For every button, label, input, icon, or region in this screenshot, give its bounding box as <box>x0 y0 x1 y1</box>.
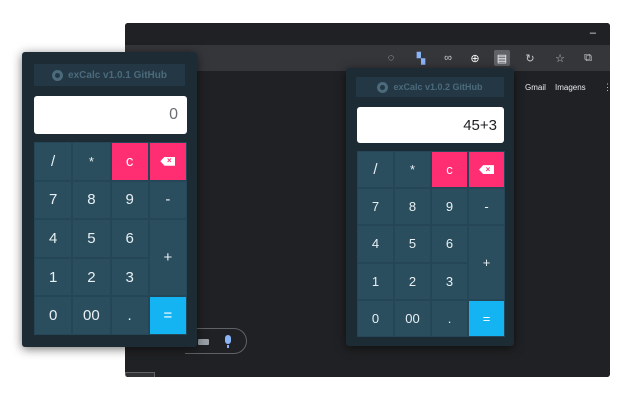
digit-4-key[interactable]: 4 <box>34 219 73 258</box>
digit-5-key[interactable]: 5 <box>72 219 111 258</box>
calculator-keypad: / * c × 7 8 9 - 4 5 6 + 1 2 3 0 00 . = <box>357 151 505 337</box>
microphone-stem <box>227 345 229 348</box>
backspace-icon: × <box>479 165 494 175</box>
screen: – ◌ ▚ ∞ ⊕ ▤ ↻ ☆ ⧉ Gmail Imagens ⋮ orte e… <box>0 0 640 400</box>
digit-5-key[interactable]: 5 <box>394 225 431 263</box>
digit-9-key[interactable]: 9 <box>431 188 468 226</box>
clear-key[interactable]: c <box>110 142 149 181</box>
divide-key[interactable]: / <box>357 151 394 189</box>
bookmark-star-icon[interactable]: ☆ <box>552 50 568 66</box>
digit-6-key[interactable]: 6 <box>431 225 468 263</box>
digit-2-key[interactable]: 2 <box>394 262 431 300</box>
calculator-display: 0 <box>34 96 187 134</box>
add-circle-icon[interactable]: ⊕ <box>467 50 483 66</box>
equals-key[interactable]: = <box>148 296 187 335</box>
keyboard-icon[interactable] <box>198 339 209 345</box>
gmail-link[interactable]: Gmail <box>525 83 546 92</box>
digit-3-key[interactable]: 3 <box>110 257 149 297</box>
double-zero-key[interactable]: 00 <box>72 296 111 335</box>
report-button[interactable]: orte <box>125 372 155 377</box>
digit-7-key[interactable]: 7 <box>357 188 394 226</box>
collections-icon[interactable]: ⧉ <box>580 50 596 66</box>
plus-key[interactable]: + <box>148 219 187 297</box>
title-bar: – <box>125 23 610 45</box>
chat-icon[interactable]: ◌ <box>383 50 399 66</box>
images-link[interactable]: Imagens <box>555 83 586 92</box>
digit-0-key[interactable]: 0 <box>34 296 73 335</box>
calculator-header[interactable]: exCalc v1.0.1 GitHub <box>34 64 185 86</box>
calculator-keypad: / * c × 7 8 9 - 4 5 6 + 1 2 3 0 00 . = <box>34 142 187 335</box>
translate-icon[interactable]: ▚ <box>413 50 429 66</box>
digit-1-key[interactable]: 1 <box>34 257 73 297</box>
extension-active-icon[interactable]: ▤ <box>494 50 510 66</box>
calculator-display: 45+3 <box>357 107 504 143</box>
glasses-icon[interactable]: ∞ <box>440 50 456 66</box>
decimal-key[interactable]: . <box>431 299 468 337</box>
digit-9-key[interactable]: 9 <box>110 180 149 220</box>
refresh-icon[interactable]: ↻ <box>522 50 538 66</box>
backspace-key[interactable]: × <box>148 142 187 181</box>
digit-1-key[interactable]: 1 <box>357 262 394 300</box>
calculator-popup-right: exCalc v1.0.2 GitHub 45+3 / * c × 7 8 9 … <box>346 68 514 346</box>
multiply-key[interactable]: * <box>72 142 111 181</box>
calculator-title: exCalc v1.0.1 GitHub <box>68 69 167 81</box>
microphone-icon[interactable] <box>225 335 231 344</box>
calculator-title: exCalc v1.0.2 GitHub <box>393 82 483 92</box>
digit-6-key[interactable]: 6 <box>110 219 149 258</box>
digit-2-key[interactable]: 2 <box>72 257 111 297</box>
minimize-button[interactable]: – <box>590 28 596 39</box>
backspace-icon: × <box>160 156 176 166</box>
calculator-popup-left: exCalc v1.0.1 GitHub 0 / * c × 7 8 9 - 4… <box>22 52 197 347</box>
minus-key[interactable]: - <box>468 188 505 226</box>
divide-key[interactable]: / <box>34 142 73 181</box>
backspace-key[interactable]: × <box>468 151 505 189</box>
minus-key[interactable]: - <box>148 180 187 220</box>
clear-key[interactable]: c <box>431 151 468 189</box>
calculator-header[interactable]: exCalc v1.0.2 GitHub <box>356 77 504 97</box>
equals-key[interactable]: = <box>468 299 505 337</box>
decimal-key[interactable]: . <box>110 296 149 335</box>
digit-8-key[interactable]: 8 <box>72 180 111 220</box>
digit-0-key[interactable]: 0 <box>357 299 394 337</box>
digit-7-key[interactable]: 7 <box>34 180 73 220</box>
plus-key[interactable]: + <box>468 225 505 300</box>
digit-4-key[interactable]: 4 <box>357 225 394 263</box>
apps-menu-icon[interactable]: ⋮ <box>603 83 610 92</box>
multiply-key[interactable]: * <box>394 151 431 189</box>
github-icon <box>377 81 389 93</box>
digit-3-key[interactable]: 3 <box>431 262 468 300</box>
double-zero-key[interactable]: 00 <box>394 299 431 337</box>
github-icon <box>52 69 64 81</box>
digit-8-key[interactable]: 8 <box>394 188 431 226</box>
